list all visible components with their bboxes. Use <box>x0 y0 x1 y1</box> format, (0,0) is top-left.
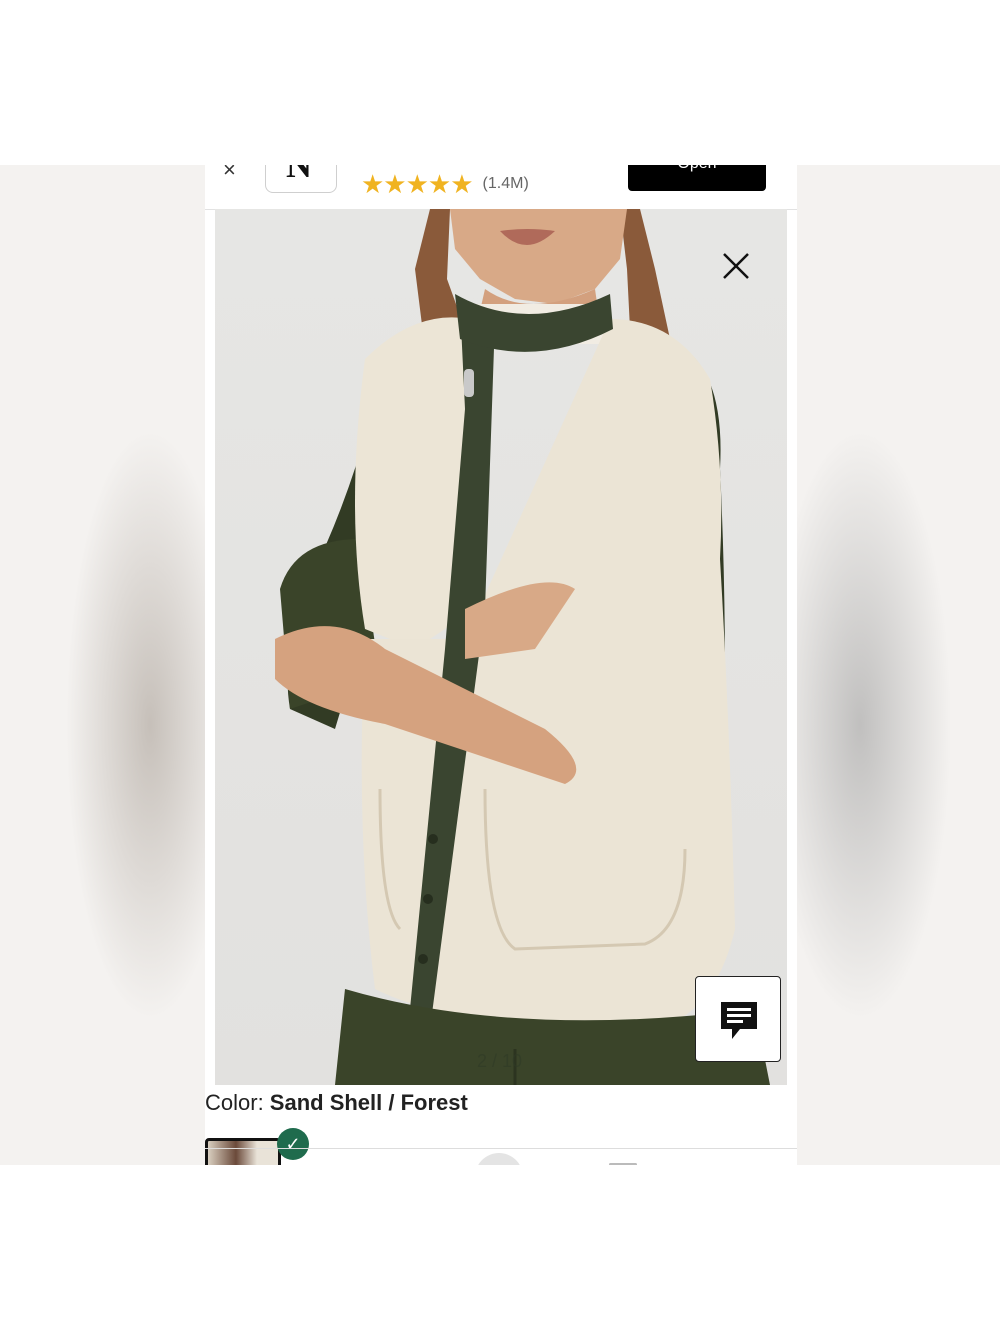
check-icon: ✓ <box>277 1128 309 1160</box>
color-label: Color: <box>205 1090 270 1115</box>
close-icon[interactable] <box>721 251 751 281</box>
carousel-dash <box>609 1163 637 1165</box>
color-value: Sand Shell / Forest <box>269 1090 468 1115</box>
color-swatch-selected[interactable] <box>205 1138 281 1165</box>
app-rating: ★★★★★ (1.4M) <box>361 171 529 197</box>
divider <box>205 1148 797 1149</box>
banner-close-button[interactable]: × <box>223 165 236 183</box>
rating-stars-icon: ★★★★★ <box>361 169 474 199</box>
chat-button[interactable] <box>695 976 781 1062</box>
product-image[interactable]: 2 / 10 <box>215 209 787 1085</box>
product-photo <box>275 209 770 1085</box>
phone-screen: × N ★★★★★ (1.4M) Open <box>205 165 797 1165</box>
app-download-banner: × N ★★★★★ (1.4M) Open <box>205 165 797 210</box>
chat-icon <box>721 1002 757 1039</box>
carousel-indicator <box>475 1153 523 1165</box>
image-counter: 2 / 10 <box>477 1051 523 1071</box>
app-logo: N <box>265 165 337 193</box>
open-app-button[interactable]: Open <box>628 165 766 191</box>
color-selection-label: Color: Sand Shell / Forest <box>205 1090 468 1116</box>
rating-count: (1.4M) <box>482 175 529 192</box>
app-logo-letter: N <box>286 165 312 185</box>
